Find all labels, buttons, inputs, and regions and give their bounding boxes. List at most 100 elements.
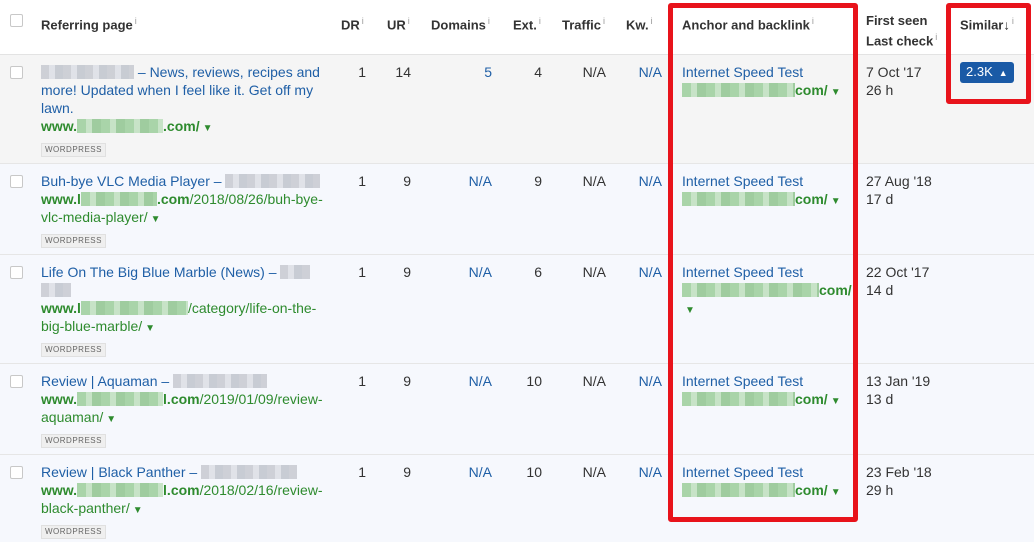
kw-value[interactable]: N/A (626, 63, 662, 81)
last-check-value: 17 d (866, 191, 894, 207)
column-dr[interactable]: DR i (341, 13, 364, 33)
referring-page-title[interactable]: Review | Black Panther – (41, 463, 326, 481)
column-last-check: Last check i (866, 29, 937, 49)
url-domain-end: l.com (163, 482, 200, 498)
referring-page-url[interactable]: www. l.com/2019/01/09/review-aquaman/▼ (41, 390, 326, 429)
info-icon[interactable]: i (488, 16, 490, 26)
chevron-down-icon[interactable]: ▼ (145, 323, 155, 334)
kw-value[interactable]: N/A (626, 263, 662, 281)
last-check-value: 26 h (866, 82, 894, 98)
last-check-value: 13 d (866, 391, 894, 407)
url-prefix: www.l (41, 191, 81, 207)
referring-page-url[interactable]: www.l .com/2018/08/26/buh-bye-vlc-media-p… (41, 190, 326, 229)
domains-value[interactable]: N/A (460, 263, 492, 281)
referring-page-url[interactable]: www. l.com/2018/02/16/review-black-panthe… (41, 481, 326, 520)
highlight-anchor-column (668, 3, 858, 522)
column-referring-page[interactable]: Referring page i (41, 13, 137, 33)
domains-value[interactable]: N/A (460, 372, 492, 390)
referring-page-cell: Review | Aquaman – www. l.com/2019/01/09/… (41, 372, 326, 448)
column-ur-label: UR (387, 17, 406, 33)
redacted-text (41, 283, 71, 297)
row-checkbox[interactable] (10, 375, 23, 388)
title-text: Review | Black Panther – (41, 464, 198, 480)
domains-value[interactable]: N/A (460, 463, 492, 481)
column-referring-page-label: Referring page (41, 17, 133, 33)
cms-tag: WORDPRESS (41, 434, 106, 448)
ext-value: 10 (526, 373, 542, 389)
title-text: Review | Aquaman – (41, 373, 170, 389)
info-icon[interactable]: i (539, 16, 541, 26)
chevron-down-icon[interactable]: ▼ (151, 214, 161, 225)
cms-tag: WORDPRESS (41, 525, 106, 539)
ur-value: 9 (403, 173, 411, 189)
last-check-value: 14 d (866, 282, 894, 298)
traffic-value: N/A (582, 373, 606, 389)
column-last-check-label: Last check (866, 33, 934, 49)
ur-value: 9 (403, 264, 411, 280)
column-kw[interactable]: Kw. i (626, 13, 653, 33)
dr-value: 1 (358, 173, 366, 189)
row-checkbox[interactable] (10, 266, 23, 279)
ur-value: 9 (403, 464, 411, 480)
column-domains[interactable]: Domains i (431, 13, 490, 33)
column-traffic[interactable]: Traffic i (562, 13, 605, 33)
column-domains-label: Domains (431, 17, 486, 33)
column-dr-label: DR (341, 17, 360, 33)
kw-value[interactable]: N/A (626, 372, 662, 390)
kw-value[interactable]: N/A (626, 172, 662, 190)
table-row: Review | Aquaman – www. l.com/2019/01/09/… (0, 364, 1034, 455)
referring-page-title[interactable]: – News, reviews, recipes and more! Updat… (41, 63, 326, 117)
url-domain-end: l.com (163, 391, 200, 407)
referring-page-cell: – News, reviews, recipes and more! Updat… (41, 63, 326, 157)
date-cell: 22 Oct '17 14 d (866, 263, 929, 299)
date-cell: 27 Aug '18 17 d (866, 172, 932, 208)
column-first-seen[interactable]: First seen Last check i (866, 13, 937, 49)
url-prefix: www. (41, 118, 78, 134)
cms-tag: WORDPRESS (41, 234, 106, 248)
first-seen-value: 13 Jan '19 (866, 373, 931, 389)
column-first-seen-label: First seen (866, 13, 928, 28)
cms-tag: WORDPRESS (41, 343, 106, 357)
referring-page-title[interactable]: Buh-bye VLC Media Player – (41, 172, 326, 190)
redacted-text (173, 374, 268, 388)
first-seen-value: 7 Oct '17 (866, 64, 922, 80)
referring-page-title[interactable]: Review | Aquaman – (41, 372, 326, 390)
info-icon[interactable]: i (935, 32, 937, 42)
row-checkbox[interactable] (10, 66, 23, 79)
url-suffix: .com/ (163, 118, 200, 134)
select-all-checkbox[interactable] (10, 14, 23, 27)
ur-value: 9 (403, 373, 411, 389)
chevron-down-icon[interactable]: ▼ (203, 123, 213, 134)
title-text: Life On The Big Blue Marble (News) – (41, 264, 277, 280)
date-cell: 13 Jan '19 13 d (866, 372, 930, 408)
row-checkbox[interactable] (10, 175, 23, 188)
ext-value: 10 (526, 464, 542, 480)
domains-value[interactable]: N/A (460, 172, 492, 190)
domains-value[interactable]: 5 (460, 63, 492, 81)
referring-page-title[interactable]: Life On The Big Blue Marble (News) – (41, 263, 326, 299)
referring-page-url[interactable]: www. .com/▼ (41, 117, 326, 138)
redacted-url (77, 119, 164, 133)
column-traffic-label: Traffic (562, 17, 602, 33)
first-seen-value: 27 Aug '18 (866, 173, 932, 189)
traffic-value: N/A (582, 173, 606, 189)
redacted-url (80, 301, 188, 315)
column-ext[interactable]: Ext. i (513, 13, 541, 33)
chevron-down-icon[interactable]: ▼ (133, 505, 143, 516)
table-row: – News, reviews, recipes and more! Updat… (0, 55, 1034, 164)
chevron-down-icon[interactable]: ▼ (106, 414, 116, 425)
row-checkbox[interactable] (10, 466, 23, 479)
date-cell: 23 Feb '18 29 h (866, 463, 932, 499)
info-icon[interactable]: i (135, 16, 137, 26)
info-icon[interactable]: i (362, 16, 364, 26)
title-text: Buh-bye VLC Media Player – (41, 173, 222, 189)
referring-page-url[interactable]: www.l/category/life-on-the-big-blue-marb… (41, 299, 326, 338)
kw-value[interactable]: N/A (626, 463, 662, 481)
redacted-text (280, 265, 311, 279)
info-icon[interactable]: i (408, 16, 410, 26)
info-icon[interactable]: i (651, 16, 653, 26)
redacted-url (77, 392, 164, 406)
info-icon[interactable]: i (603, 16, 605, 26)
column-ur[interactable]: UR i (387, 13, 410, 33)
traffic-value: N/A (582, 64, 606, 80)
